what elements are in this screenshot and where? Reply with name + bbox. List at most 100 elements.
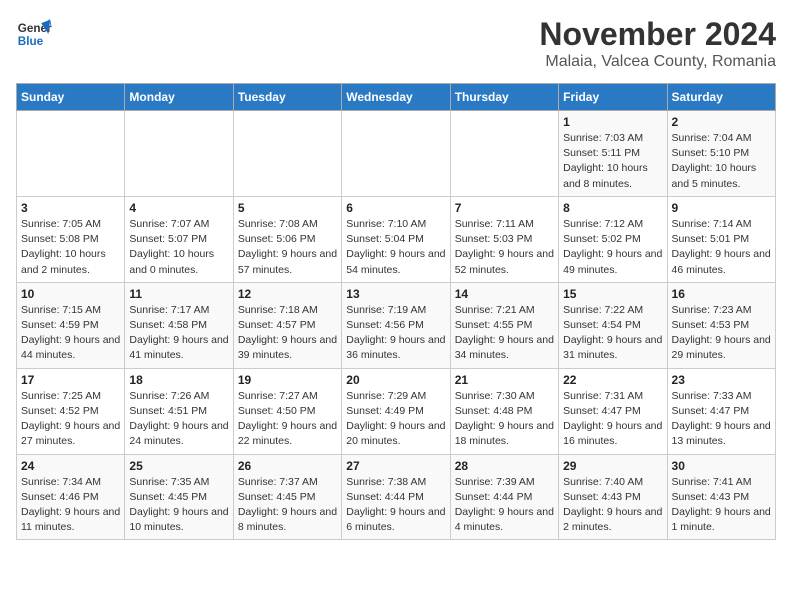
day-number: 29: [563, 459, 662, 473]
calendar-cell: 10 Sunrise: 7:15 AM Sunset: 4:59 PM Dayli…: [17, 282, 125, 368]
day-info: Sunrise: 7:39 AM Sunset: 4:44 PM Dayligh…: [455, 475, 554, 536]
day-number: 9: [672, 201, 771, 215]
calendar-cell: 16Sunrise: 7:23 AM Sunset: 4:53 PM Dayli…: [667, 282, 775, 368]
calendar-cell: 27 Sunrise: 7:38 AM Sunset: 4:44 PM Dayli…: [342, 454, 450, 540]
day-number: 4: [129, 201, 228, 215]
weekday-header-monday: Monday: [125, 84, 233, 111]
day-info: Sunrise: 7:18 AM Sunset: 4:57 PM Dayligh…: [238, 303, 337, 364]
day-number: 19: [238, 373, 337, 387]
weekday-header-friday: Friday: [559, 84, 667, 111]
weekday-header-thursday: Thursday: [450, 84, 558, 111]
day-number: 23: [672, 373, 771, 387]
calendar-cell: 5 Sunrise: 7:08 AM Sunset: 5:06 PM Daylig…: [233, 196, 341, 282]
day-number: 3: [21, 201, 120, 215]
day-info: Sunrise: 7:04 AM Sunset: 5:10 PM Dayligh…: [672, 131, 771, 192]
calendar-cell: 18Sunrise: 7:26 AM Sunset: 4:51 PM Dayli…: [125, 368, 233, 454]
location-subtitle: Malaia, Valcea County, Romania: [539, 53, 776, 71]
day-number: 21: [455, 373, 554, 387]
calendar-cell: 19 Sunrise: 7:27 AM Sunset: 4:50 PM Dayli…: [233, 368, 341, 454]
calendar-cell: 29 Sunrise: 7:40 AM Sunset: 4:43 PM Dayli…: [559, 454, 667, 540]
day-number: 30: [672, 459, 771, 473]
day-number: 8: [563, 201, 662, 215]
week-row-5: 24 Sunrise: 7:34 AM Sunset: 4:46 PM Dayli…: [17, 454, 776, 540]
page-header: General Blue November 2024 Malaia, Valce…: [16, 16, 776, 71]
week-row-3: 10 Sunrise: 7:15 AM Sunset: 4:59 PM Dayli…: [17, 282, 776, 368]
day-info: Sunrise: 7:41 AM Sunset: 4:43 PM Dayligh…: [672, 475, 771, 536]
day-number: 5: [238, 201, 337, 215]
day-number: 27: [346, 459, 445, 473]
calendar-cell: 4 Sunrise: 7:07 AM Sunset: 5:07 PM Daylig…: [125, 196, 233, 282]
calendar-cell: 22 Sunrise: 7:31 AM Sunset: 4:47 PM Dayli…: [559, 368, 667, 454]
day-number: 15: [563, 287, 662, 301]
calendar-cell: 1Sunrise: 7:03 AM Sunset: 5:11 PM Daylig…: [559, 111, 667, 197]
day-number: 13: [346, 287, 445, 301]
day-info: Sunrise: 7:07 AM Sunset: 5:07 PM Dayligh…: [129, 217, 228, 278]
calendar-cell: 20Sunrise: 7:29 AM Sunset: 4:49 PM Dayli…: [342, 368, 450, 454]
day-number: 28: [455, 459, 554, 473]
day-info: Sunrise: 7:11 AM Sunset: 5:03 PM Dayligh…: [455, 217, 554, 278]
day-number: 6: [346, 201, 445, 215]
calendar-cell: 8 Sunrise: 7:12 AM Sunset: 5:02 PM Daylig…: [559, 196, 667, 282]
calendar-cell: [342, 111, 450, 197]
calendar-body: 1Sunrise: 7:03 AM Sunset: 5:11 PM Daylig…: [17, 111, 776, 540]
calendar-cell: 26 Sunrise: 7:37 AM Sunset: 4:45 PM Dayli…: [233, 454, 341, 540]
logo-icon: General Blue: [16, 16, 52, 52]
calendar-cell: 15 Sunrise: 7:22 AM Sunset: 4:54 PM Dayli…: [559, 282, 667, 368]
day-info: Sunrise: 7:35 AM Sunset: 4:45 PM Dayligh…: [129, 475, 228, 536]
day-number: 20: [346, 373, 445, 387]
calendar-cell: 24 Sunrise: 7:34 AM Sunset: 4:46 PM Dayli…: [17, 454, 125, 540]
calendar-cell: 12Sunrise: 7:18 AM Sunset: 4:57 PM Dayli…: [233, 282, 341, 368]
month-title: November 2024: [539, 16, 776, 53]
calendar-cell: 28 Sunrise: 7:39 AM Sunset: 4:44 PM Dayli…: [450, 454, 558, 540]
weekday-header-tuesday: Tuesday: [233, 84, 341, 111]
calendar-cell: 13 Sunrise: 7:19 AM Sunset: 4:56 PM Dayli…: [342, 282, 450, 368]
day-info: Sunrise: 7:26 AM Sunset: 4:51 PM Dayligh…: [129, 389, 228, 450]
day-info: Sunrise: 7:22 AM Sunset: 4:54 PM Dayligh…: [563, 303, 662, 364]
weekday-header-wednesday: Wednesday: [342, 84, 450, 111]
day-info: Sunrise: 7:27 AM Sunset: 4:50 PM Dayligh…: [238, 389, 337, 450]
day-info: Sunrise: 7:15 AM Sunset: 4:59 PM Dayligh…: [21, 303, 120, 364]
day-number: 22: [563, 373, 662, 387]
day-number: 7: [455, 201, 554, 215]
day-number: 10: [21, 287, 120, 301]
svg-text:Blue: Blue: [18, 35, 44, 48]
calendar-cell: 21Sunrise: 7:30 AM Sunset: 4:48 PM Dayli…: [450, 368, 558, 454]
title-block: November 2024 Malaia, Valcea County, Rom…: [539, 16, 776, 71]
calendar-cell: 9Sunrise: 7:14 AM Sunset: 5:01 PM Daylig…: [667, 196, 775, 282]
week-row-1: 1Sunrise: 7:03 AM Sunset: 5:11 PM Daylig…: [17, 111, 776, 197]
day-number: 24: [21, 459, 120, 473]
day-info: Sunrise: 7:08 AM Sunset: 5:06 PM Dayligh…: [238, 217, 337, 278]
day-info: Sunrise: 7:31 AM Sunset: 4:47 PM Dayligh…: [563, 389, 662, 450]
day-info: Sunrise: 7:21 AM Sunset: 4:55 PM Dayligh…: [455, 303, 554, 364]
calendar-cell: [450, 111, 558, 197]
calendar-cell: 2Sunrise: 7:04 AM Sunset: 5:10 PM Daylig…: [667, 111, 775, 197]
week-row-2: 3 Sunrise: 7:05 AM Sunset: 5:08 PM Daylig…: [17, 196, 776, 282]
calendar-table: SundayMondayTuesdayWednesdayThursdayFrid…: [16, 83, 776, 540]
calendar-cell: 14 Sunrise: 7:21 AM Sunset: 4:55 PM Dayli…: [450, 282, 558, 368]
calendar-cell: 11Sunrise: 7:17 AM Sunset: 4:58 PM Dayli…: [125, 282, 233, 368]
calendar-cell: 17Sunrise: 7:25 AM Sunset: 4:52 PM Dayli…: [17, 368, 125, 454]
calendar-cell: [233, 111, 341, 197]
day-number: 1: [563, 115, 662, 129]
day-number: 25: [129, 459, 228, 473]
logo: General Blue: [16, 16, 52, 52]
calendar-cell: 7 Sunrise: 7:11 AM Sunset: 5:03 PM Daylig…: [450, 196, 558, 282]
day-info: Sunrise: 7:19 AM Sunset: 4:56 PM Dayligh…: [346, 303, 445, 364]
day-info: Sunrise: 7:34 AM Sunset: 4:46 PM Dayligh…: [21, 475, 120, 536]
day-number: 14: [455, 287, 554, 301]
week-row-4: 17Sunrise: 7:25 AM Sunset: 4:52 PM Dayli…: [17, 368, 776, 454]
day-info: Sunrise: 7:38 AM Sunset: 4:44 PM Dayligh…: [346, 475, 445, 536]
day-info: Sunrise: 7:12 AM Sunset: 5:02 PM Dayligh…: [563, 217, 662, 278]
day-info: Sunrise: 7:10 AM Sunset: 5:04 PM Dayligh…: [346, 217, 445, 278]
calendar-cell: [125, 111, 233, 197]
day-number: 17: [21, 373, 120, 387]
day-info: Sunrise: 7:40 AM Sunset: 4:43 PM Dayligh…: [563, 475, 662, 536]
day-info: Sunrise: 7:33 AM Sunset: 4:47 PM Dayligh…: [672, 389, 771, 450]
day-info: Sunrise: 7:17 AM Sunset: 4:58 PM Dayligh…: [129, 303, 228, 364]
calendar-cell: 3 Sunrise: 7:05 AM Sunset: 5:08 PM Daylig…: [17, 196, 125, 282]
weekday-header-sunday: Sunday: [17, 84, 125, 111]
day-number: 26: [238, 459, 337, 473]
day-info: Sunrise: 7:05 AM Sunset: 5:08 PM Dayligh…: [21, 217, 120, 278]
calendar-cell: 6 Sunrise: 7:10 AM Sunset: 5:04 PM Daylig…: [342, 196, 450, 282]
day-info: Sunrise: 7:37 AM Sunset: 4:45 PM Dayligh…: [238, 475, 337, 536]
